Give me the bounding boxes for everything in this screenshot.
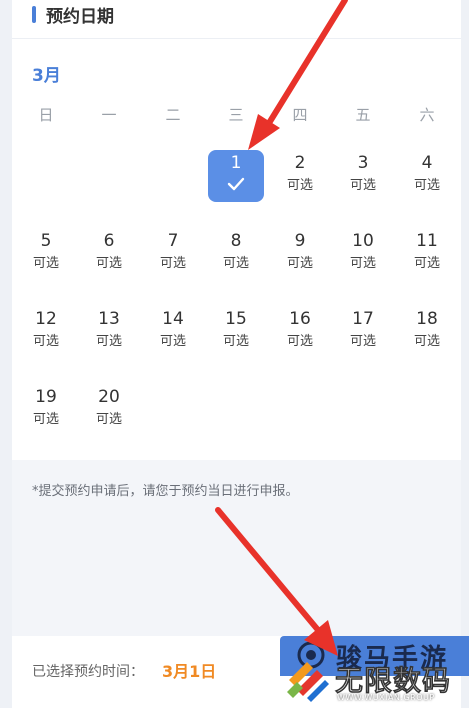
day-number: 11 (416, 231, 438, 251)
day-status: 可选 (413, 256, 440, 271)
weekday-wed: 三 (228, 106, 244, 124)
day-status: 可选 (32, 334, 59, 349)
day-status: 可选 (222, 334, 249, 349)
day-status: 可选 (32, 256, 59, 271)
day-status: 可选 (159, 334, 186, 349)
brand-watermark: 无限数码 WWW.WUXIAN.GROUP (283, 656, 469, 708)
day-number: 4 (421, 153, 433, 173)
day-status: 可选 (95, 256, 122, 271)
calendar-day-1-selected[interactable]: 1 (208, 150, 264, 202)
month-label: 3月 (32, 66, 61, 86)
notice-panel: *提交预约申请后，请您于预约当日进行申报。 (12, 460, 461, 636)
calendar-day[interactable]: 15 可选 (208, 306, 264, 358)
day-status: 可选 (222, 256, 249, 271)
selected-time-label: 已选择预约时间： (32, 664, 144, 680)
notice-text: *提交预约申请后，请您于预约当日进行申报。 (32, 484, 299, 499)
day-number: 7 (167, 231, 179, 251)
day-status: 可选 (95, 334, 122, 349)
weekday-sat: 六 (419, 106, 435, 124)
weekday-thu: 四 (292, 106, 308, 124)
day-number: 8 (230, 231, 242, 251)
day-number: 6 (103, 231, 115, 251)
weekday-fri: 五 (355, 106, 371, 124)
weekday-mon: 一 (101, 106, 117, 124)
weekday-row: 日 一 二 三 四 五 六 (12, 104, 461, 126)
day-number: 20 (98, 387, 120, 407)
day-status: 可选 (413, 178, 440, 193)
calendar-day[interactable]: 17 可选 (335, 306, 391, 358)
day-number: 15 (225, 309, 247, 329)
day-status: 可选 (286, 256, 313, 271)
day-number: 5 (40, 231, 52, 251)
calendar-day[interactable]: 14 可选 (145, 306, 201, 358)
calendar-day[interactable]: 20 可选 (81, 384, 137, 436)
day-status: 可选 (349, 178, 376, 193)
day-number: 12 (35, 309, 57, 329)
day-status: 可选 (349, 256, 376, 271)
brand-url: WWW.WUXIAN.GROUP (337, 693, 435, 702)
day-number: 13 (98, 309, 120, 329)
day-status: 可选 (32, 412, 59, 427)
calendar-day[interactable]: 16 可选 (272, 306, 328, 358)
day-number: 10 (352, 231, 374, 251)
calendar-day[interactable]: 5 可选 (18, 228, 74, 280)
day-status: 可选 (413, 334, 440, 349)
calendar-day[interactable]: 10 可选 (335, 228, 391, 280)
day-number: 17 (352, 309, 374, 329)
calendar-day[interactable]: 19 可选 (18, 384, 74, 436)
calendar-day[interactable]: 6 可选 (81, 228, 137, 280)
weekday-sun: 日 (38, 106, 54, 124)
section-header: 预约日期 (12, 0, 461, 39)
calendar-day[interactable]: 12 可选 (18, 306, 74, 358)
calendar-day[interactable]: 7 可选 (145, 228, 201, 280)
calendar-day[interactable]: 2 可选 (272, 150, 328, 202)
day-number: 14 (162, 309, 184, 329)
day-number: 16 (289, 309, 311, 329)
day-number: 9 (294, 231, 306, 251)
day-number: 1 (230, 153, 242, 173)
selected-time-value: 3月1日 (162, 662, 217, 681)
calendar-day[interactable]: 18 可选 (399, 306, 455, 358)
day-number: 3 (357, 153, 369, 173)
brand-logo-icon (287, 662, 329, 702)
calendar-day[interactable]: 4 可选 (399, 150, 455, 202)
calendar-day[interactable]: 3 可选 (335, 150, 391, 202)
day-status: 可选 (95, 412, 122, 427)
day-number: 19 (35, 387, 57, 407)
calendar-day[interactable]: 8 可选 (208, 228, 264, 280)
day-status: 可选 (286, 178, 313, 193)
section-title: 预约日期 (46, 7, 114, 27)
calendar-day[interactable]: 9 可选 (272, 228, 328, 280)
day-status: 可选 (349, 334, 376, 349)
day-status: 可选 (286, 334, 313, 349)
day-number: 2 (294, 153, 306, 173)
checkmark-icon (227, 177, 245, 191)
section-accent-bar (32, 6, 36, 23)
calendar-day[interactable]: 13 可选 (81, 306, 137, 358)
calendar-day[interactable]: 11 可选 (399, 228, 455, 280)
day-status: 可选 (159, 256, 186, 271)
weekday-tue: 二 (165, 106, 181, 124)
day-number: 18 (416, 309, 438, 329)
